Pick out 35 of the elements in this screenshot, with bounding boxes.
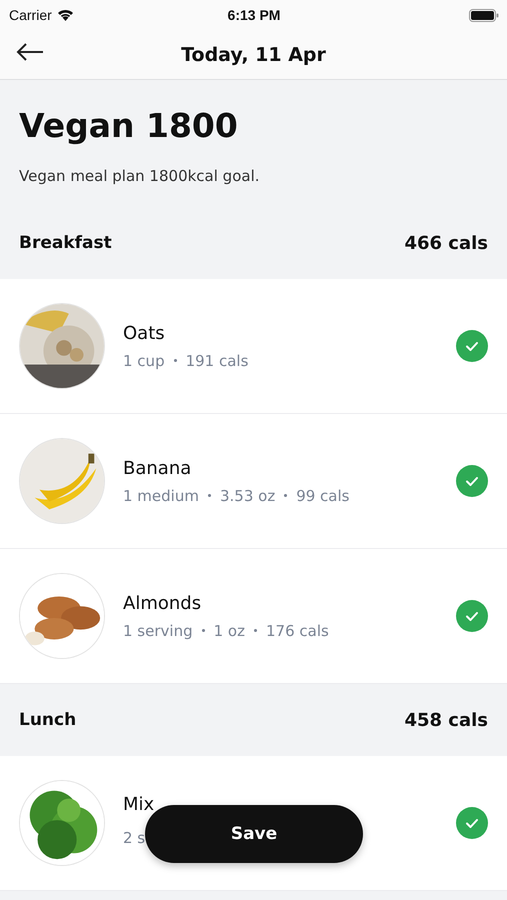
food-detail: 191 cals <box>186 352 248 370</box>
battery-icon <box>468 8 499 22</box>
wifi-icon <box>56 9 74 21</box>
check-icon[interactable] <box>456 465 488 497</box>
meal-name: Breakfast <box>19 233 112 253</box>
clock-time: 6:13 PM <box>228 7 280 23</box>
food-detail: 1 medium <box>123 486 199 504</box>
plan-description: Vegan meal plan 1800kcal goal. <box>19 167 260 185</box>
carrier-label: Carrier <box>9 7 52 23</box>
separator-dot <box>174 359 177 362</box>
food-name: Oats <box>123 322 166 344</box>
food-detail: 2 s <box>123 828 146 846</box>
food-detail: 1 cup <box>123 352 165 370</box>
check-icon[interactable] <box>456 600 488 632</box>
check-icon[interactable] <box>456 807 488 839</box>
meal-name: Lunch <box>19 710 76 730</box>
food-row[interactable]: Almonds 1 serving 1 oz 176 cals <box>0 549 507 684</box>
separator-dot <box>202 629 205 632</box>
meal-calories: 466 cals <box>404 232 488 254</box>
food-name: Almonds <box>123 592 202 614</box>
food-detail: 1 oz <box>214 622 245 640</box>
separator-dot <box>208 494 211 497</box>
food-detail: 176 cals <box>266 622 329 640</box>
food-row[interactable]: Banana 1 medium 3.53 oz 99 cals <box>0 414 507 549</box>
nav-title: Today, 11 Apr <box>181 44 326 66</box>
separator-dot <box>254 629 257 632</box>
separator-dot <box>284 494 288 497</box>
food-detail: 3.53 oz <box>220 486 276 504</box>
food-row[interactable]: Oats 1 cup 191 cals <box>0 279 507 414</box>
food-detail: 1 serving <box>123 622 193 640</box>
food-name: Banana <box>123 458 192 478</box>
check-icon[interactable] <box>456 330 488 362</box>
food-detail: 99 cals <box>296 486 350 504</box>
plan-title: Vegan 1800 <box>19 106 239 145</box>
meal-calories: 458 cals <box>404 710 488 730</box>
